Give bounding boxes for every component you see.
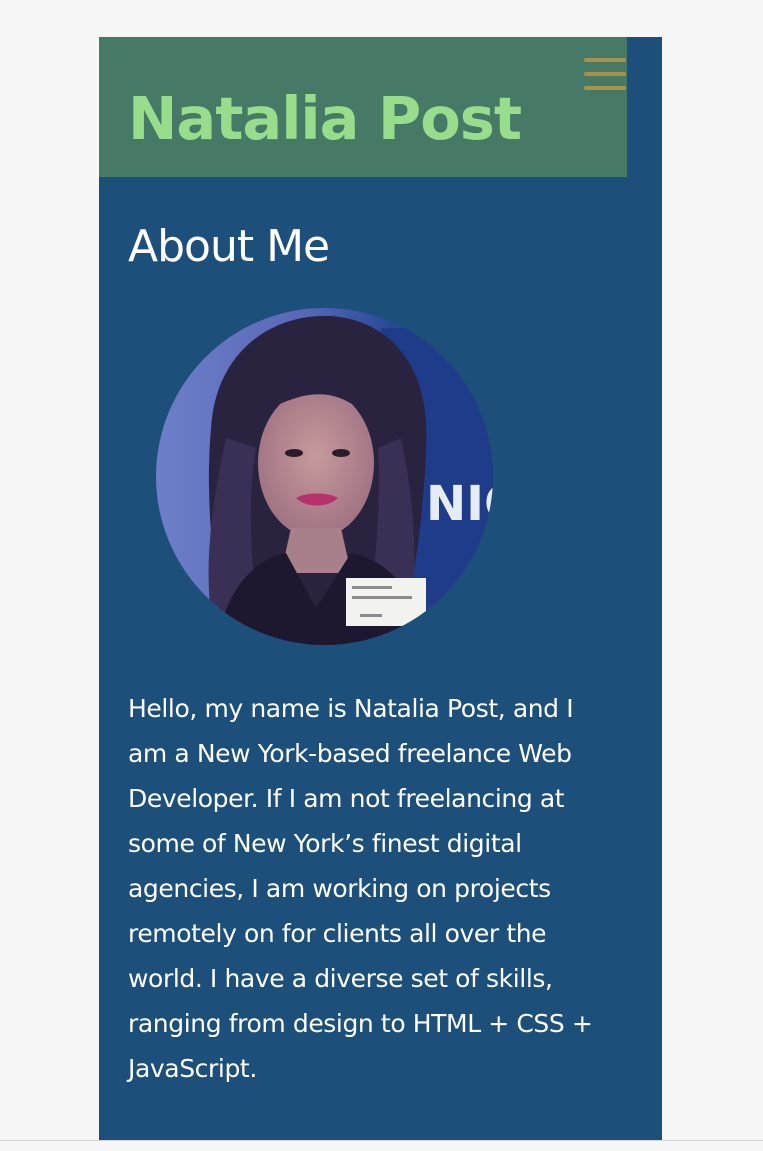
menu-bar-bottom — [584, 86, 626, 90]
hamburger-menu-icon[interactable] — [582, 55, 628, 95]
banner-text: NIC — [426, 476, 493, 532]
bottom-divider — [0, 1140, 763, 1141]
site-title[interactable]: Natalia Post — [128, 81, 522, 157]
about-heading: About Me — [128, 221, 330, 272]
menu-bar-middle — [584, 72, 626, 76]
profile-photo: NIC — [156, 308, 493, 645]
page-frame: Natalia Post About Me NI Hello, my name … — [99, 37, 662, 1141]
profile-photo-illustration: NIC — [156, 308, 493, 645]
site-header: Natalia Post — [99, 37, 627, 177]
menu-bar-top — [584, 58, 626, 62]
bio-paragraph: Hello, my name is Natalia Post, and I am… — [128, 694, 593, 1083]
